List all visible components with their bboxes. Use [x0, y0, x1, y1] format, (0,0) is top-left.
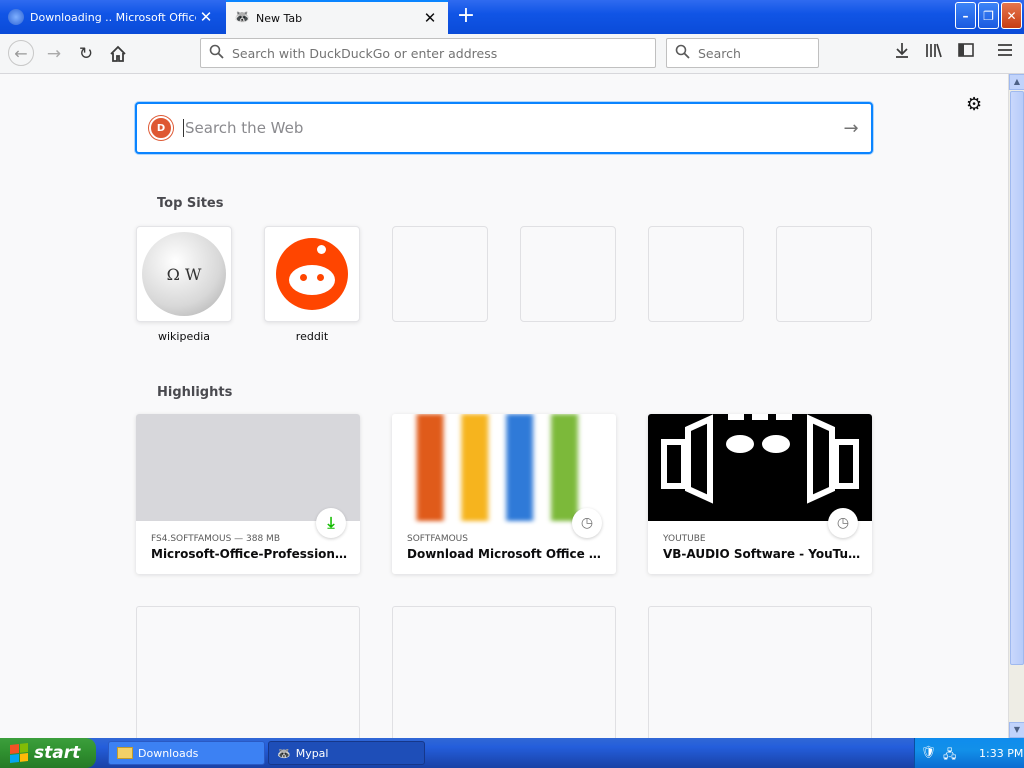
maximize-button[interactable]: ❐	[978, 2, 999, 29]
arrow-left-icon: ←	[14, 43, 28, 63]
clock[interactable]: 1:33 PM	[979, 747, 1023, 760]
reddit-logo-icon	[276, 238, 348, 310]
gear-icon[interactable]: ⚙	[966, 94, 982, 115]
folder-icon	[117, 747, 133, 759]
tab-new-tab[interactable]: 🦝 New Tab ✕	[226, 0, 448, 34]
taskbar-item-label: Mypal	[295, 746, 329, 760]
hamburger-menu-icon	[998, 44, 1012, 56]
vb-audio-thumbnail	[648, 414, 872, 521]
tab-title: New Tab	[256, 11, 303, 25]
mypal-icon: 🦝	[277, 746, 291, 760]
highlight-card-softfamous[interactable]: ◷ SOFTFAMOUS Download Microsoft Office 2…	[392, 414, 616, 574]
search-submit-arrow-icon[interactable]: →	[831, 118, 871, 139]
highlight-empty-slot	[136, 606, 360, 738]
clock-icon: ◷	[572, 508, 602, 538]
download-icon	[896, 43, 908, 58]
vertical-scrollbar[interactable]: ▲ ▼	[1008, 74, 1024, 738]
taskbar: start Downloads 🦝 Mypal 🛡 🖧 1:33 PM	[0, 738, 1024, 768]
arrow-right-icon: →	[46, 44, 62, 64]
taskbar-item-mypal[interactable]: 🦝 Mypal	[268, 741, 425, 765]
top-site-label: wikipedia	[157, 330, 210, 343]
highlight-card-download[interactable]: ⤓ FS4.SOFTFAMOUS — 388 MB Microsoft-Offi…	[136, 414, 360, 574]
mypal-icon: 🦝	[234, 10, 251, 25]
close-window-button[interactable]: ✕	[1001, 2, 1022, 29]
search-icon	[209, 44, 224, 63]
start-button[interactable]: start	[0, 738, 96, 768]
sidebar-button[interactable]	[955, 42, 977, 61]
downloads-button[interactable]	[891, 42, 913, 62]
start-label: start	[34, 743, 81, 763]
url-bar[interactable]: Search with DuckDuckGo or enter address	[200, 38, 656, 68]
tab-strip: Downloading .. Microsoft Office 2016 ✕ 🦝…	[0, 0, 1024, 34]
highlight-title: Download Microsoft Office 2016	[407, 547, 605, 561]
highlight-empty-slot	[392, 606, 616, 738]
top-site-label: reddit	[295, 330, 329, 343]
loading-icon	[8, 9, 24, 25]
web-search-box[interactable]: D Search the Web →	[135, 102, 873, 154]
menu-button[interactable]	[994, 42, 1016, 61]
scroll-down-button[interactable]: ▼	[1009, 722, 1024, 738]
clock-icon: ◷	[828, 508, 858, 538]
new-tab-button[interactable]: +	[454, 4, 478, 28]
reload-button[interactable]: ↻	[74, 42, 98, 66]
top-site-empty-slot	[392, 226, 488, 322]
highlight-empty-slot	[648, 606, 872, 738]
search-bar[interactable]: Search	[666, 38, 819, 68]
library-button[interactable]	[923, 42, 945, 62]
windows-flag-icon	[10, 743, 28, 763]
top-sites-heading: Top Sites	[157, 196, 224, 211]
library-icon	[926, 43, 942, 58]
taskbar-item-downloads[interactable]: Downloads	[108, 741, 265, 765]
home-button[interactable]	[106, 42, 130, 66]
office-logo-thumbnail	[392, 414, 616, 521]
taskbar-item-label: Downloads	[138, 746, 199, 760]
search-placeholder: Search	[698, 45, 741, 61]
highlight-card-youtube[interactable]: ◷ YOUTUBE VB-AUDIO Software - YouTube	[648, 414, 872, 574]
highlight-host: YOUTUBE	[663, 534, 706, 544]
new-tab-page: ⚙ D Search the Web → Top Sites Ω W wikip…	[0, 74, 1008, 738]
url-placeholder: Search with DuckDuckGo or enter address	[232, 45, 498, 61]
scroll-thumb[interactable]	[1010, 91, 1024, 665]
home-icon	[110, 45, 126, 62]
system-tray: 🛡 🖧 1:33 PM	[914, 738, 1024, 768]
wikipedia-globe-icon: Ω W	[142, 232, 226, 316]
security-shield-icon[interactable]: 🛡	[921, 745, 937, 761]
top-site-empty-slot	[776, 226, 872, 322]
duckduckgo-logo-icon: D	[149, 116, 173, 140]
highlight-host: FS4.SOFTFAMOUS — 388 MB	[151, 534, 280, 544]
minimize-button[interactable]: –	[955, 2, 976, 29]
vb-audio-logo-icon	[661, 414, 859, 504]
highlight-title: Microsoft-Office-Professional-2016	[151, 547, 349, 561]
sidebar-icon	[958, 43, 974, 57]
window-controls: – ❐ ✕	[955, 2, 1022, 29]
top-site-tile-wikipedia[interactable]: Ω W	[136, 226, 232, 322]
highlight-thumbnail	[136, 414, 360, 521]
top-site-empty-slot	[520, 226, 616, 322]
top-site-tile-reddit[interactable]	[264, 226, 360, 322]
scroll-up-button[interactable]: ▲	[1009, 74, 1024, 90]
tab-downloading[interactable]: Downloading .. Microsoft Office 2016 ✕	[0, 0, 224, 34]
close-tab-button[interactable]: ✕	[196, 8, 216, 26]
network-icon[interactable]: 🖧	[943, 745, 959, 761]
forward-button[interactable]: →	[42, 42, 66, 66]
top-site-empty-slot	[648, 226, 744, 322]
navigation-toolbar: ← → ↻ Search with DuckDuckGo or enter ad…	[0, 34, 1024, 74]
tab-title: Downloading .. Microsoft Office 2016	[30, 10, 196, 24]
search-icon	[675, 44, 690, 63]
back-button[interactable]: ←	[8, 40, 34, 66]
reload-icon: ↻	[78, 44, 94, 64]
close-tab-button[interactable]: ✕	[420, 9, 440, 27]
highlight-title: VB-AUDIO Software - YouTube	[663, 547, 861, 561]
download-icon: ⤓	[316, 508, 346, 538]
highlight-host: SOFTFAMOUS	[407, 534, 468, 544]
highlights-heading: Highlights	[157, 385, 233, 400]
web-search-input[interactable]: Search the Web	[183, 119, 831, 137]
